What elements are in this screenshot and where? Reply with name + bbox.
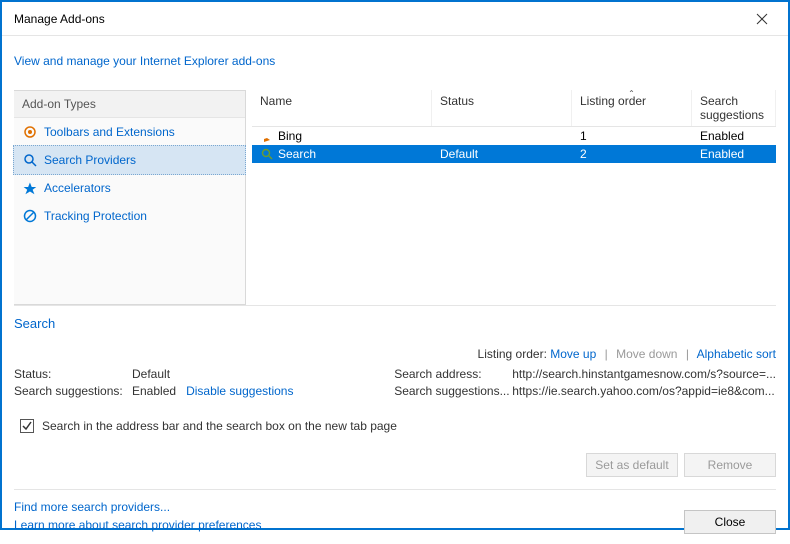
sidebar: Add-on Types Toolbars and Extensions Sea… [14,90,246,305]
separator: | [605,347,608,361]
move-up-link[interactable]: Move up [550,347,596,361]
row-name: Bing [278,129,302,143]
accelerator-icon [22,180,38,196]
titlebar: Manage Add-ons [2,2,788,36]
details-panel: Status: Default Search suggestions: Enab… [2,367,788,411]
separator: | [686,347,689,361]
column-header-status[interactable]: Status [432,90,572,126]
window-title: Manage Add-ons [14,12,748,26]
row-order: 1 [572,129,692,143]
sidebar-item-label: Search Providers [44,153,136,167]
column-header-order[interactable]: ⌃ Listing order [572,90,692,126]
sidebar-item-toolbars[interactable]: Toolbars and Extensions [14,118,245,146]
disable-suggestions-link[interactable]: Disable suggestions [186,384,293,398]
row-name: Search [278,147,316,161]
listing-order-controls: Listing order: Move up | Move down | Alp… [2,347,788,367]
column-header-name[interactable]: Name [252,90,432,126]
sidebar-item-label: Accelerators [44,181,111,195]
sidebar-item-accelerators[interactable]: Accelerators [14,174,245,202]
footer-links: Find more search providers... Learn more… [14,498,261,534]
details-left: Status: Default Search suggestions: Enab… [14,367,394,401]
address-bar-checkbox[interactable] [20,419,34,433]
footer: Find more search providers... Learn more… [2,490,788,544]
sidebar-item-tracking-protection[interactable]: Tracking Protection [14,202,245,230]
sidebar-item-label: Toolbars and Extensions [44,125,175,139]
learn-more-link[interactable]: Learn more about search provider prefere… [14,516,261,534]
search-icon [260,147,274,161]
table-row[interactable]: Search Default 2 Enabled [252,145,776,163]
close-button[interactable]: Close [684,510,776,534]
search-address-value: http://search.hinstantgamesnow.com/s?sou… [512,367,776,381]
suggestions-value: Enabled [132,384,176,398]
listing-order-label: Listing order: [478,347,547,361]
puzzle-icon [22,124,38,140]
status-value: Default [132,367,394,381]
sidebar-header: Add-on Types [14,91,245,118]
column-header-order-label: Listing order [580,94,646,108]
search-suggestions-url-label: Search suggestions... [394,384,512,398]
address-bar-checkbox-row: Search in the address bar and the search… [2,411,788,441]
suggestions-value-wrap: Enabled Disable suggestions [132,384,394,398]
sort-arrow-icon: ⌃ [628,89,635,98]
main-content: Add-on Types Toolbars and Extensions Sea… [2,90,788,305]
sidebar-item-search-providers[interactable]: Search Providers [13,145,246,175]
remove-button: Remove [684,453,776,477]
details-right: Search address: http://search.hinstantga… [394,367,776,401]
subtitle-link[interactable]: View and manage your Internet Explorer a… [14,54,275,68]
find-more-providers-link[interactable]: Find more search providers... [14,498,261,516]
selected-provider-name: Search [2,306,788,347]
row-suggestions: Enabled [692,147,776,161]
subtitle: View and manage your Internet Explorer a… [2,36,788,90]
set-as-default-button: Set as default [586,453,678,477]
provider-table: Name Status ⌃ Listing order Search sugge… [252,90,776,305]
address-bar-checkbox-label: Search in the address bar and the search… [42,419,397,433]
close-icon[interactable] [748,9,776,29]
sidebar-item-label: Tracking Protection [44,209,147,223]
bing-icon [260,129,274,143]
table-header-row: Name Status ⌃ Listing order Search sugge… [252,90,776,127]
suggestions-label: Search suggestions: [14,384,132,398]
column-header-suggestions[interactable]: Search suggestions [692,90,776,126]
row-order: 2 [572,147,692,161]
alphabetic-sort-link[interactable]: Alphabetic sort [697,347,776,361]
table-row[interactable]: Bing 1 Enabled [252,127,776,145]
tracking-protection-icon [22,208,38,224]
move-down-link: Move down [616,347,677,361]
action-button-row: Set as default Remove [2,441,788,489]
status-label: Status: [14,367,132,381]
row-suggestions: Enabled [692,129,776,143]
magnifier-icon [22,152,38,168]
search-suggestions-url-value: https://ie.search.yahoo.com/os?appid=ie8… [512,384,776,398]
row-status: Default [432,147,572,161]
table-body: Bing 1 Enabled Search Default 2 Enabled [252,127,776,163]
search-address-label: Search address: [394,367,512,381]
